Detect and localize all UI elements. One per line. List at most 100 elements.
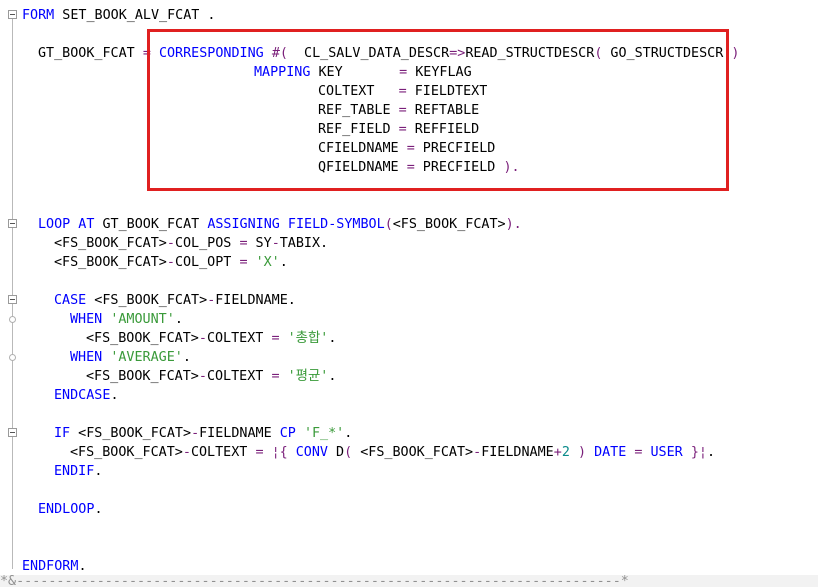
code-token: - (166, 236, 175, 251)
code-token: CFIELDNAME (318, 141, 407, 156)
code-token: ASSIGNING FIELD-SYMBOL (207, 217, 385, 232)
code-line[interactable]: WHEN 'AMOUNT'. (70, 310, 183, 329)
code-token: CL_SALV_DATA_DESCR (287, 46, 450, 61)
code-token: DATE (594, 445, 627, 460)
code-line[interactable]: REF_FIELD = REFFIELD (318, 120, 479, 139)
code-token: IF (54, 426, 71, 441)
code-token: . (706, 445, 715, 460)
code-line[interactable]: <FS_BOOK_FCAT>-COLTEXT = '총합'. (86, 329, 336, 348)
code-token: PRECFIELD (414, 160, 504, 175)
code-token: D (328, 445, 345, 460)
code-token: ) (731, 46, 740, 61)
code-line[interactable]: CFIELDNAME = PRECFIELD (318, 139, 495, 158)
code-token: - (198, 369, 207, 384)
code-line[interactable]: ENDFORM. (22, 557, 87, 576)
code-token: '총합' (287, 331, 329, 346)
fold-guide-line (12, 14, 13, 569)
code-line[interactable]: ENDLOOP. (38, 500, 103, 519)
code-token: 'AVERAGE' (110, 350, 183, 365)
code-token: FIELDNAME (199, 426, 280, 441)
fold-toggle-if-icon[interactable] (8, 428, 17, 437)
code-line[interactable]: <FS_BOOK_FCAT>-COLTEXT = ¦{ CONV D( <FS_… (70, 443, 715, 462)
code-line[interactable]: REF_TABLE = REFTABLE (318, 101, 479, 120)
code-token: COLTEXT (190, 445, 256, 460)
code-token: CP (279, 426, 296, 441)
code-line[interactable]: QFIELDNAME = PRECFIELD ). (318, 158, 520, 177)
code-token: ) (577, 445, 586, 460)
code-token: GT_BOOK_FCAT (38, 46, 143, 61)
code-token: FIELDTEXT (406, 84, 488, 99)
code-token: <FS_BOOK_FCAT> (54, 255, 167, 270)
code-line[interactable]: CASE <FS_BOOK_FCAT>-FIELDNAME. (54, 291, 296, 310)
code-token: . (78, 559, 87, 574)
code-token: <FS_BOOK_FCAT> (352, 445, 474, 460)
code-token: USER (650, 445, 683, 460)
code-token: SET_BOOK_ALV_FCAT . (54, 8, 216, 23)
code-token: FIELDNAME. (215, 293, 296, 308)
code-token: ENDCASE (54, 388, 111, 403)
code-token: = (239, 236, 248, 251)
code-token: = (398, 84, 407, 99)
code-token: - (473, 445, 482, 460)
code-line[interactable]: ENDIF. (54, 462, 102, 481)
code-token: - (198, 331, 207, 346)
code-token: '평균' (287, 369, 329, 384)
code-line[interactable]: <FS_BOOK_FCAT>-COL_POS = SY-TABIX. (54, 234, 328, 253)
code-token: }¦ (690, 445, 707, 460)
code-token: READ_STRUCTDESCR (465, 46, 595, 61)
code-token: COLTEXT (318, 84, 399, 99)
code-token: . (328, 369, 337, 384)
code-token: CORRESPONDING (158, 46, 264, 61)
code-token: REFFIELD (406, 122, 480, 137)
fold-toggle-loop-icon[interactable] (8, 219, 17, 228)
code-token: FIELDNAME (481, 445, 554, 460)
code-line[interactable]: LOOP AT GT_BOOK_FCAT ASSIGNING FIELD-SYM… (38, 215, 522, 234)
code-token: = (398, 103, 407, 118)
code-token: COL_POS (174, 236, 240, 251)
code-token: - (191, 426, 200, 441)
code-token: COLTEXT (206, 369, 272, 384)
abap-code-editor[interactable]: FORM SET_BOOK_ALV_FCAT . GT_BOOK_FCAT = C… (0, 0, 818, 587)
code-token: . (94, 502, 103, 517)
code-line[interactable]: MAPPING KEY = KEYFLAG (254, 63, 472, 82)
fold-toggle-form-icon[interactable] (8, 10, 17, 19)
comment-separator-line: *&--------------------------------------… (0, 575, 818, 587)
code-token: WHEN (70, 312, 103, 327)
fold-marker-when-icon (9, 316, 16, 323)
code-token: GO_STRUCTDESCR (602, 46, 732, 61)
code-token: = (271, 369, 280, 384)
code-token: = (271, 331, 280, 346)
code-token: 'X' (255, 255, 280, 270)
code-line[interactable]: <FS_BOOK_FCAT>-COL_OPT = 'X'. (54, 253, 288, 272)
code-line[interactable]: <FS_BOOK_FCAT>-COLTEXT = '평균'. (86, 367, 336, 386)
code-line[interactable]: WHEN 'AVERAGE'. (70, 348, 191, 367)
fold-marker-when-icon (9, 354, 16, 361)
code-line[interactable]: ENDCASE. (54, 386, 119, 405)
code-line[interactable]: FORM SET_BOOK_ALV_FCAT . (22, 6, 216, 25)
code-token: ( (344, 445, 353, 460)
code-line[interactable]: COLTEXT = FIELDTEXT (318, 82, 487, 101)
fold-toggle-case-icon[interactable] (8, 295, 17, 304)
code-token: . (279, 255, 288, 270)
code-token: LOOP AT (38, 217, 95, 232)
code-token: <FS_BOOK_FCAT> (70, 445, 183, 460)
code-token: 'AMOUNT' (110, 312, 175, 327)
code-line[interactable]: IF <FS_BOOK_FCAT>-FIELDNAME CP 'F_*'. (54, 424, 352, 443)
code-token: #( (271, 46, 288, 61)
code-line[interactable]: GT_BOOK_FCAT = CORRESPONDING #( CL_SALV_… (38, 44, 739, 63)
code-token: . (174, 312, 183, 327)
code-token: <FS_BOOK_FCAT> (54, 236, 167, 251)
code-token: = (239, 255, 248, 270)
code-token: <FS_BOOK_FCAT> (86, 331, 199, 346)
code-token: ). (505, 217, 522, 232)
code-token: . (94, 464, 103, 479)
code-token: FORM (22, 8, 55, 23)
code-token: - (271, 236, 280, 251)
